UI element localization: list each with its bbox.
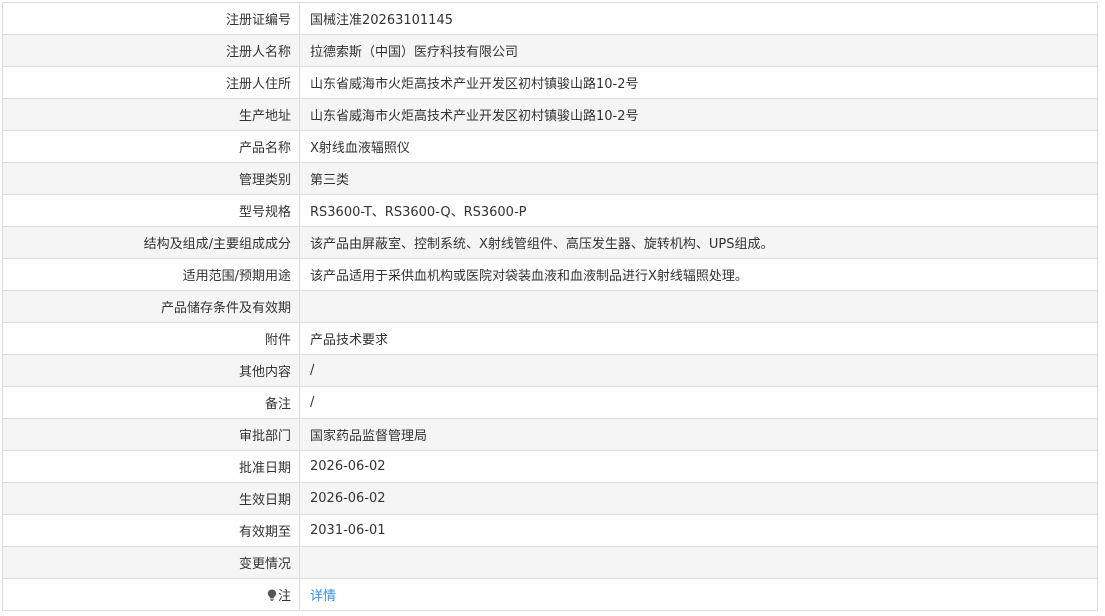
field-label: 其他内容	[2, 354, 300, 387]
table-row: 管理类别 第三类	[2, 162, 1098, 195]
table-row: 变更情况	[2, 546, 1098, 579]
field-value: 山东省威海市火炬高技术产业开发区初村镇骏山路10-2号	[299, 98, 1098, 131]
field-label: 变更情况	[2, 546, 300, 579]
table-row: 批准日期 2026-06-02	[2, 450, 1098, 483]
field-label: 注册人名称	[2, 34, 300, 67]
registration-detail-table: 注册证编号 国械注准20263101145 注册人名称 拉德索斯（中国）医疗科技…	[2, 2, 1098, 611]
note-label-cell: 注	[2, 578, 300, 611]
table-row: 产品名称 X射线血液辐照仪	[2, 130, 1098, 163]
field-label: 适用范围/预期用途	[2, 258, 300, 291]
table-row: 生效日期 2026-06-02	[2, 482, 1098, 515]
field-label: 有效期至	[2, 514, 300, 547]
details-link[interactable]: 详情	[310, 589, 336, 604]
field-value	[299, 546, 1098, 579]
field-value: 2026-06-02	[299, 450, 1098, 483]
field-label: 审批部门	[2, 418, 300, 451]
field-value: /	[299, 354, 1098, 387]
field-label: 注册证编号	[2, 2, 300, 35]
field-value: 国家药品监督管理局	[299, 418, 1098, 451]
lightbulb-icon	[267, 589, 277, 601]
table-row: 审批部门 国家药品监督管理局	[2, 418, 1098, 451]
registration-detail-panel: 注册证编号 国械注准20263101145 注册人名称 拉德索斯（中国）医疗科技…	[2, 2, 1098, 611]
field-label: 注册人住所	[2, 66, 300, 99]
field-label: 结构及组成/主要组成成分	[2, 226, 300, 259]
field-label: 备注	[2, 386, 300, 419]
field-label: 产品名称	[2, 130, 300, 163]
table-row: 备注 /	[2, 386, 1098, 419]
table-row: 产品储存条件及有效期	[2, 290, 1098, 323]
field-label: 批准日期	[2, 450, 300, 483]
field-label: 附件	[2, 322, 300, 355]
field-value: 第三类	[299, 162, 1098, 195]
table-row: 生产地址 山东省威海市火炬高技术产业开发区初村镇骏山路10-2号	[2, 98, 1098, 131]
table-row: 注册证编号 国械注准20263101145	[2, 2, 1098, 35]
table-row: 适用范围/预期用途 该产品适用于采供血机构或医院对袋装血液和血液制品进行X射线辐…	[2, 258, 1098, 291]
field-label: 型号规格	[2, 194, 300, 227]
note-row: 注 详情	[2, 578, 1098, 611]
table-row: 有效期至 2031-06-01	[2, 514, 1098, 547]
field-label: 生效日期	[2, 482, 300, 515]
field-value: 国械注准20263101145	[299, 2, 1098, 35]
table-row: 结构及组成/主要组成成分 该产品由屏蔽室、控制系统、X射线管组件、高压发生器、旋…	[2, 226, 1098, 259]
table-row: 注册人名称 拉德索斯（中国）医疗科技有限公司	[2, 34, 1098, 67]
field-label: 生产地址	[2, 98, 300, 131]
field-value: 2031-06-01	[299, 514, 1098, 547]
field-value: 该产品由屏蔽室、控制系统、X射线管组件、高压发生器、旋转机构、UPS组成。	[299, 226, 1098, 259]
table-row: 其他内容 /	[2, 354, 1098, 387]
field-label: 产品储存条件及有效期	[2, 290, 300, 323]
field-value: RS3600-T、RS3600-Q、RS3600-P	[299, 194, 1098, 227]
field-value: 该产品适用于采供血机构或医院对袋装血液和血液制品进行X射线辐照处理。	[299, 258, 1098, 291]
table-row: 附件 产品技术要求	[2, 322, 1098, 355]
field-value: 拉德索斯（中国）医疗科技有限公司	[299, 34, 1098, 67]
field-value: 产品技术要求	[299, 322, 1098, 355]
table-row: 型号规格 RS3600-T、RS3600-Q、RS3600-P	[2, 194, 1098, 227]
table-row: 注册人住所 山东省威海市火炬高技术产业开发区初村镇骏山路10-2号	[2, 66, 1098, 99]
field-value	[299, 290, 1098, 323]
field-value: 2026-06-02	[299, 482, 1098, 515]
field-label: 管理类别	[2, 162, 300, 195]
field-value: 山东省威海市火炬高技术产业开发区初村镇骏山路10-2号	[299, 66, 1098, 99]
field-value: X射线血液辐照仪	[299, 130, 1098, 163]
note-label: 注	[277, 589, 291, 604]
note-value-cell: 详情	[299, 578, 1098, 611]
field-value: /	[299, 386, 1098, 419]
